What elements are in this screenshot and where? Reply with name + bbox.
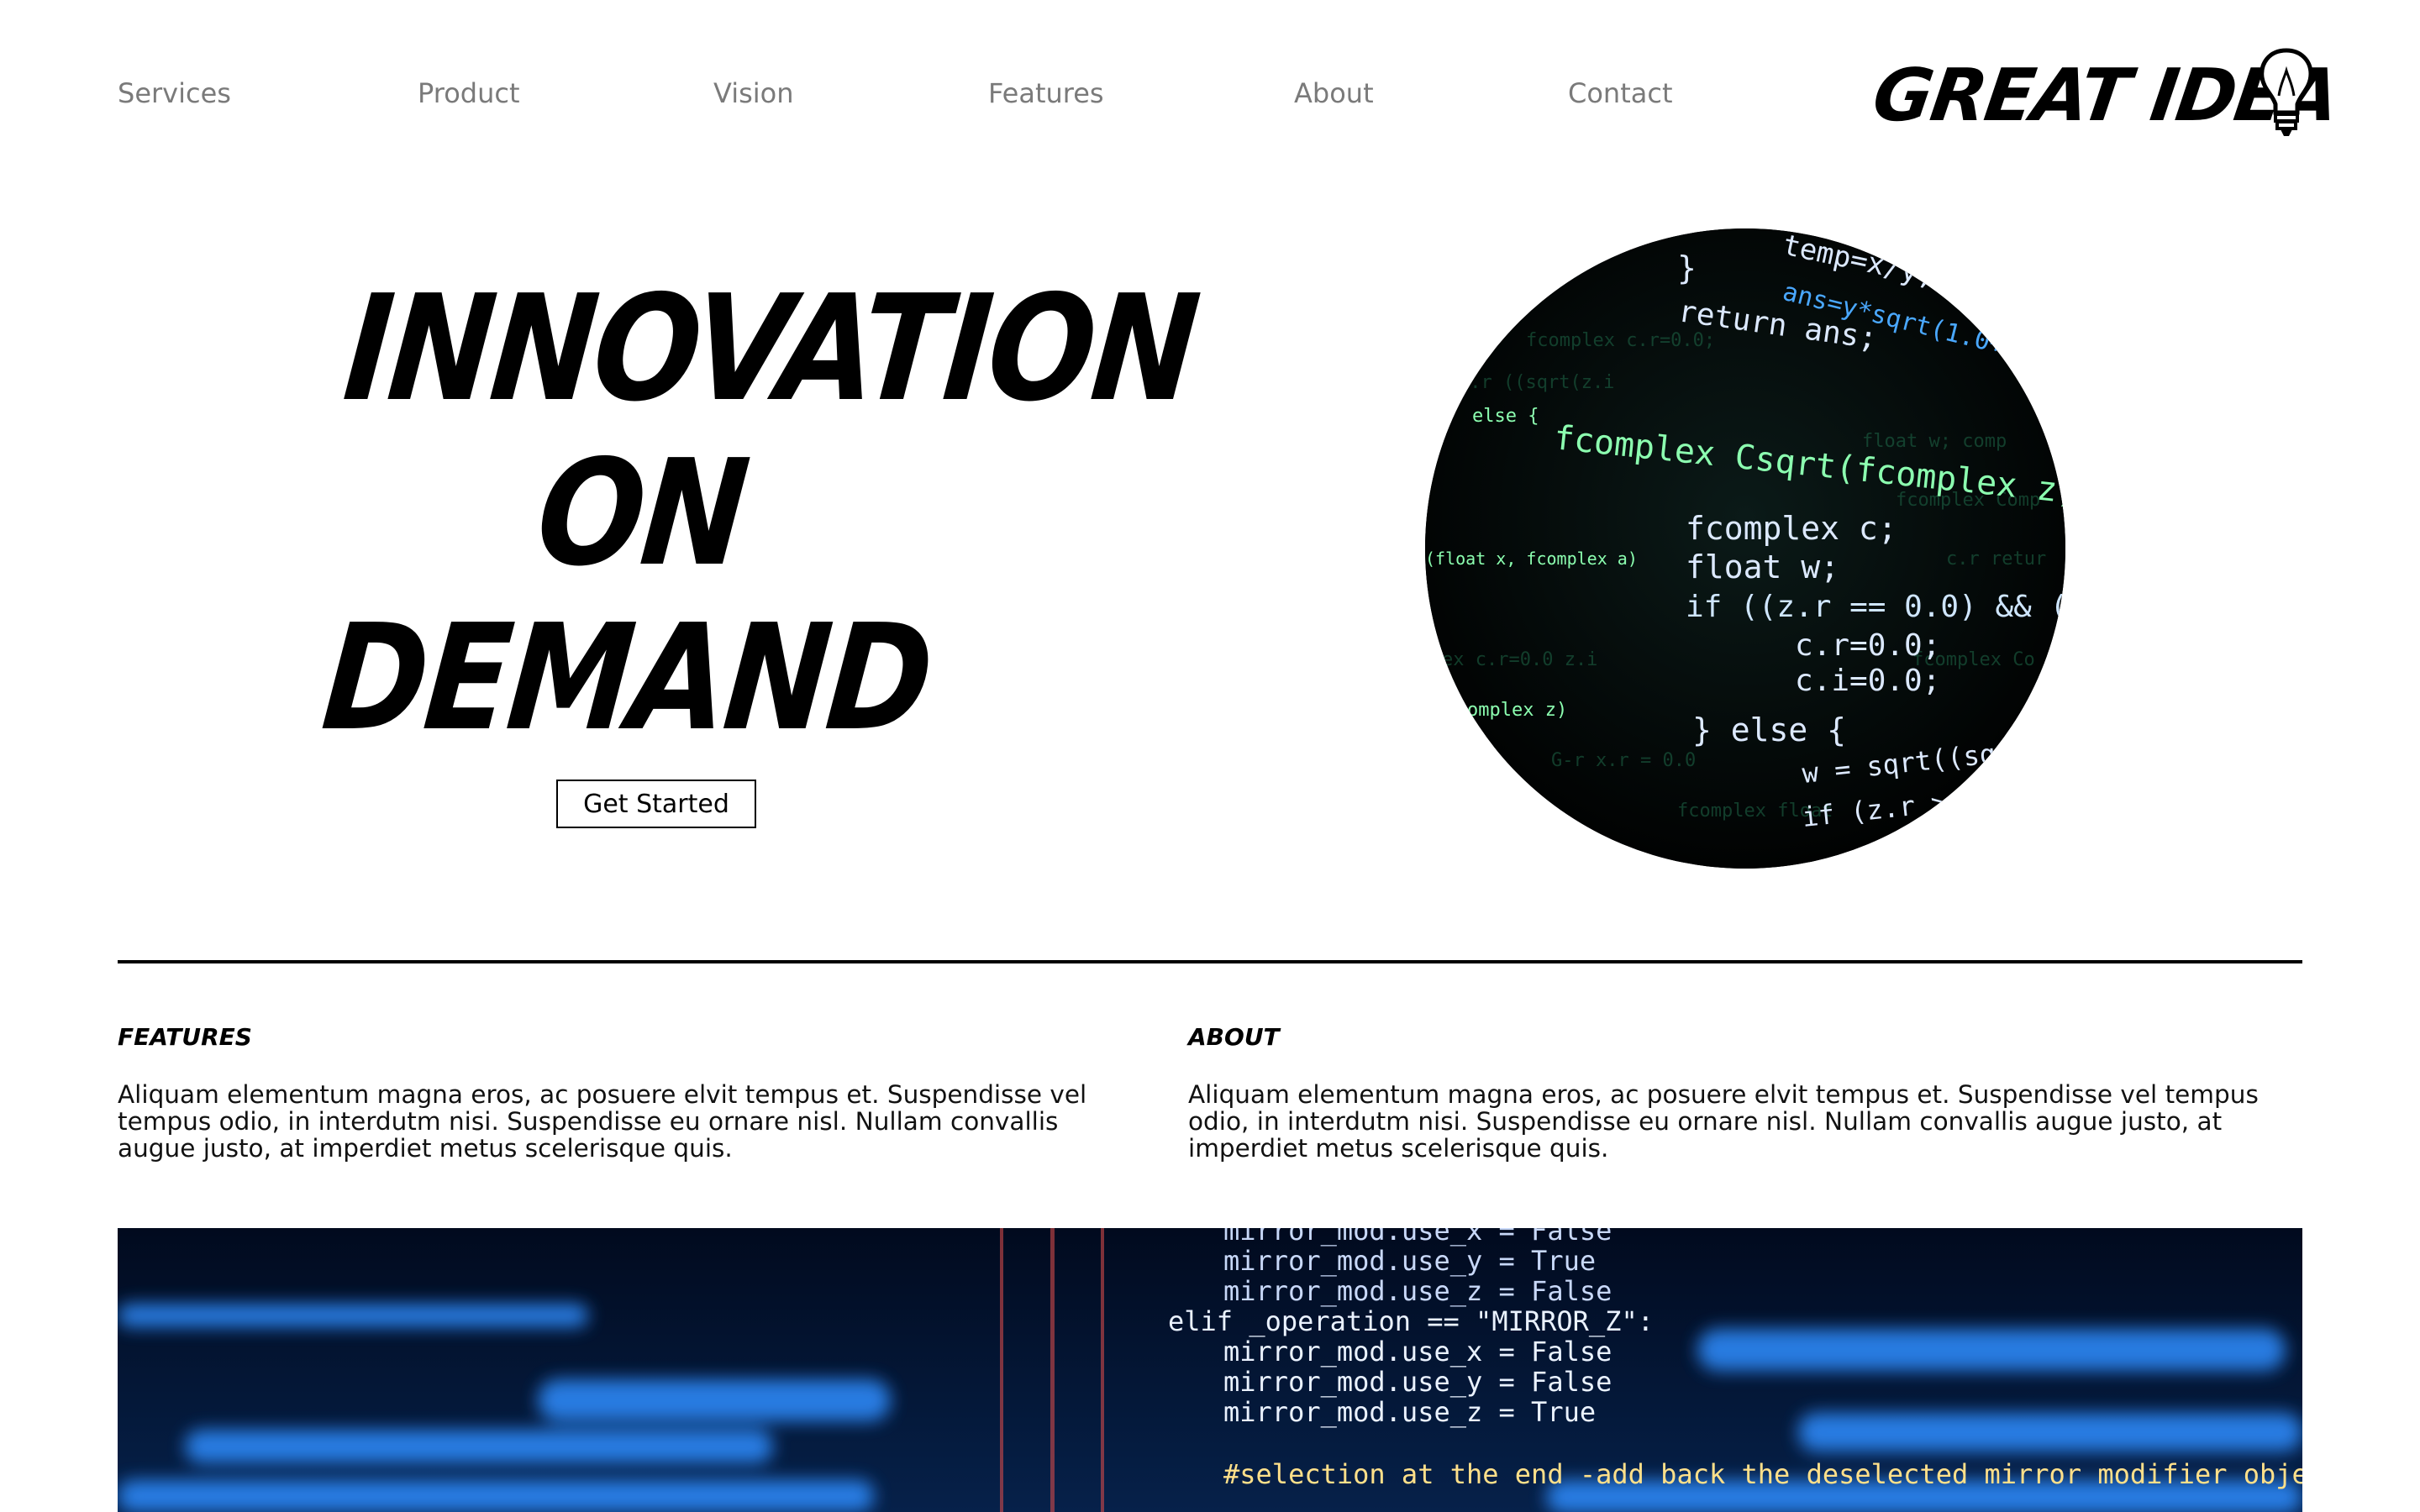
hero-title: INNOVATION ON DEMAND — [308, 264, 1203, 764]
svg-text:z.r ((sqrt(z.i: z.r ((sqrt(z.i — [1459, 372, 1614, 393]
hero-title-line-2: ON — [530, 428, 753, 599]
nav-contact[interactable]: Contact — [1568, 77, 1673, 109]
code-line: } else { — [1692, 711, 1846, 748]
svg-text:ex c.r=0.0 z.i: ex c.r=0.0 z.i — [1442, 649, 1597, 670]
svg-text:G-r x.r = 0.0: G-r x.r = 0.0 — [1551, 750, 1696, 771]
banner-code-line: #selection at the end -add back the dese… — [1223, 1458, 2302, 1490]
code-line: c.r=0.0; — [1795, 628, 1940, 663]
about-heading: ABOUT — [1188, 1023, 1280, 1051]
code-line: else { — [1472, 406, 1539, 427]
logo[interactable]: GREAT IDEA — [1868, 45, 2343, 143]
banner-code-line: mirror_mod.use_x = False — [1223, 1228, 1612, 1247]
svg-text:fcomplex c.r=0.0;: fcomplex c.r=0.0; — [1526, 330, 1715, 351]
svg-text:float w; comp: float w; comp — [1862, 431, 2007, 452]
code-line: fcomplex c; — [1686, 510, 1897, 547]
code-line: } — [1677, 249, 1697, 286]
banner-code-line: mirror_mod.use_x = False — [1223, 1336, 1612, 1368]
code-line: if ((z.r == 0.0) && (z.i == 0.0)) { — [1686, 590, 2065, 624]
nav-vision[interactable]: Vision — [713, 77, 794, 109]
nav-about[interactable]: About — [1294, 77, 1374, 109]
banner-code-line: mirror_mod.use_z = True — [1223, 1396, 1596, 1428]
code-line: (float x, fcomplex a) — [1425, 549, 1638, 569]
get-started-button[interactable]: Get Started — [556, 780, 756, 828]
banner-code-line: mirror_mod.use_y = False — [1223, 1366, 1612, 1398]
code-line: float w; — [1686, 549, 1839, 585]
banner-code-line: mirror_mod.use_z = False — [1223, 1275, 1612, 1307]
nav-product[interactable]: Product — [418, 77, 520, 109]
code-illustration: fcomplex c.r=0.0; z.r ((sqrt(z.i float w… — [1425, 228, 2065, 869]
about-body: Aliquam elementum magna eros, ac posuere… — [1188, 1080, 2259, 1163]
banner-code-line: mirror_mod.use_y = True — [1223, 1245, 1596, 1277]
hero-code-image: fcomplex c.r=0.0; z.r ((sqrt(z.i float w… — [1425, 228, 2065, 869]
features-heading: FEATURES — [118, 1023, 252, 1051]
nav-services[interactable]: Services — [118, 77, 231, 109]
nav-features[interactable]: Features — [988, 77, 1104, 109]
hero-title-line-1: INNOVATION — [338, 264, 1203, 434]
lightbulb-icon — [2260, 48, 2313, 136]
banner-code-line: elif _operation == "MIRROR_Z": — [1168, 1305, 1654, 1337]
svg-text:c.r retur: c.r retur — [1946, 549, 2046, 570]
section-divider — [118, 960, 2302, 963]
hero-title-line-3: DEMAND — [316, 593, 937, 764]
code-line: omplex z) — [1467, 700, 1567, 721]
code-banner-image: mirror_mod.use_x = False mirror_mod.use_… — [118, 1228, 2302, 1512]
banner-illustration: mirror_mod.use_x = False mirror_mod.use_… — [118, 1228, 2302, 1512]
code-line: c.i=0.0; — [1795, 664, 1940, 698]
features-body: Aliquam elementum magna eros, ac posuere… — [118, 1080, 1087, 1163]
